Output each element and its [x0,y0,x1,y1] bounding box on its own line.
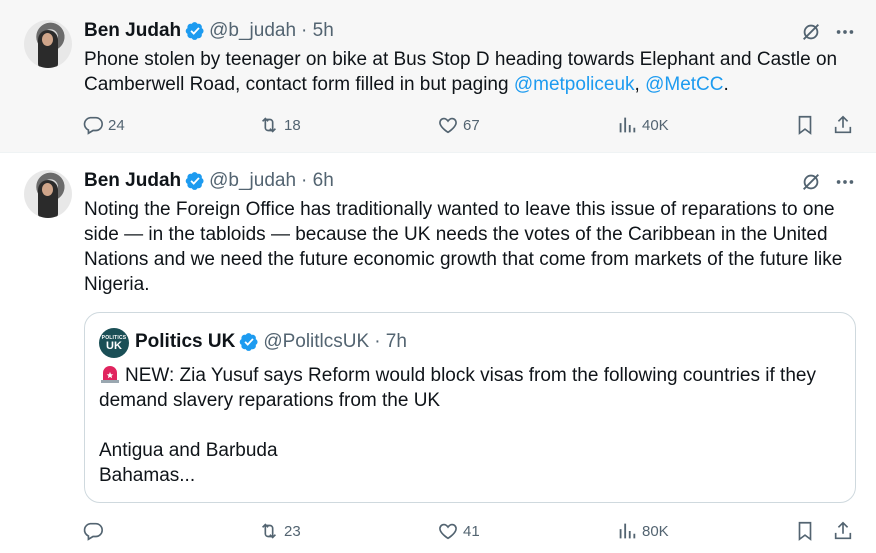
author-handle[interactable]: @b_judah [209,170,296,192]
views-count: 80K [642,522,669,540]
tweet-text-part: , [634,74,646,95]
share-button[interactable] [832,519,854,543]
author-name[interactable]: Ben Judah [84,20,181,42]
share-button[interactable] [832,113,854,137]
views-icon [619,523,636,539]
retweet-icon [261,523,277,539]
quoted-time: · 7h [374,331,407,352]
action-bar: 24 18 67 40K [82,113,862,137]
quoted-line-text: NEW: Zia Yusuf says Reform would block v… [99,365,816,411]
more-icon[interactable] [834,21,856,43]
tweet-header: Ben Judah @b_judah · 6h [84,169,334,193]
more-icon[interactable] [834,171,856,193]
like-button[interactable]: 67 [437,113,480,137]
tweet-2[interactable]: Ben Judah @b_judah · 6h Noting the Forei… [0,153,876,553]
share-icon [834,521,852,540]
tweet-text-part: . [723,74,729,95]
quoted-avatar[interactable]: POLITICS UK [99,328,129,358]
author-name[interactable]: Ben Judah [84,170,181,192]
tweet-text: Phone stolen by teenager on bike at Bus … [84,47,854,97]
quoted-line: NEW: Zia Yusuf says Reform would block v… [99,363,843,413]
grok-icon[interactable] [800,171,822,193]
siren-icon [101,366,119,383]
bookmark-button[interactable] [794,113,816,137]
quoted-header: Politics UK @PolitlcsUK · 7h [135,330,407,354]
mention-link[interactable]: @metpoliceuk [514,74,635,95]
author-handle[interactable]: @b_judah [209,20,296,42]
verified-badge-icon [240,333,258,351]
retweet-count: 23 [284,522,301,540]
like-icon [439,117,457,134]
retweet-count: 18 [284,116,301,134]
reply-count: 24 [108,116,125,134]
quoted-line: Antigua and Barbuda [99,440,278,461]
bookmark-icon [798,115,812,135]
retweet-button[interactable]: 18 [258,113,301,137]
verified-badge-icon [185,22,204,40]
retweet-icon [261,117,277,133]
reply-icon [83,522,103,541]
quoted-author-name: Politics UK [135,331,236,352]
avatar[interactable] [24,170,72,218]
views-button[interactable]: 40K [616,113,669,137]
reply-button[interactable]: 24 [82,113,125,137]
views-button[interactable]: 80K [616,519,669,543]
like-icon [439,523,457,540]
tweet-header: Ben Judah @b_judah · 5h [84,19,334,43]
mention-link[interactable]: @MetCC [645,74,723,95]
like-button[interactable]: 41 [437,519,480,543]
retweet-button[interactable]: 23 [258,519,301,543]
tweet-text: Noting the Foreign Office has traditiona… [84,199,843,295]
avatar[interactable] [24,20,72,68]
action-bar: 23 41 80K [82,519,862,543]
verified-badge-icon [185,172,204,190]
views-icon [619,117,636,133]
bookmark-icon [798,521,812,541]
share-icon [834,115,852,134]
tweet-1[interactable]: Ben Judah @b_judah · 5h Phone stolen by … [0,0,876,153]
like-count: 41 [463,522,480,540]
grok-icon[interactable] [800,21,822,43]
views-count: 40K [642,116,669,134]
reply-button[interactable] [82,519,108,543]
quoted-author-handle: @PolitlcsUK [263,331,370,352]
tweet-time[interactable]: · 6h [301,170,334,192]
like-count: 67 [463,116,480,134]
avatar-label: UK [106,339,122,352]
tweet-time[interactable]: · 5h [301,20,334,42]
reply-icon [83,116,103,135]
quoted-text: NEW: Zia Yusuf says Reform would block v… [99,363,843,488]
quoted-tweet[interactable]: POLITICS UK Politics UK @PolitlcsUK · 7h… [84,312,856,503]
bookmark-button[interactable] [794,519,816,543]
quoted-line: Bahamas... [99,465,196,486]
